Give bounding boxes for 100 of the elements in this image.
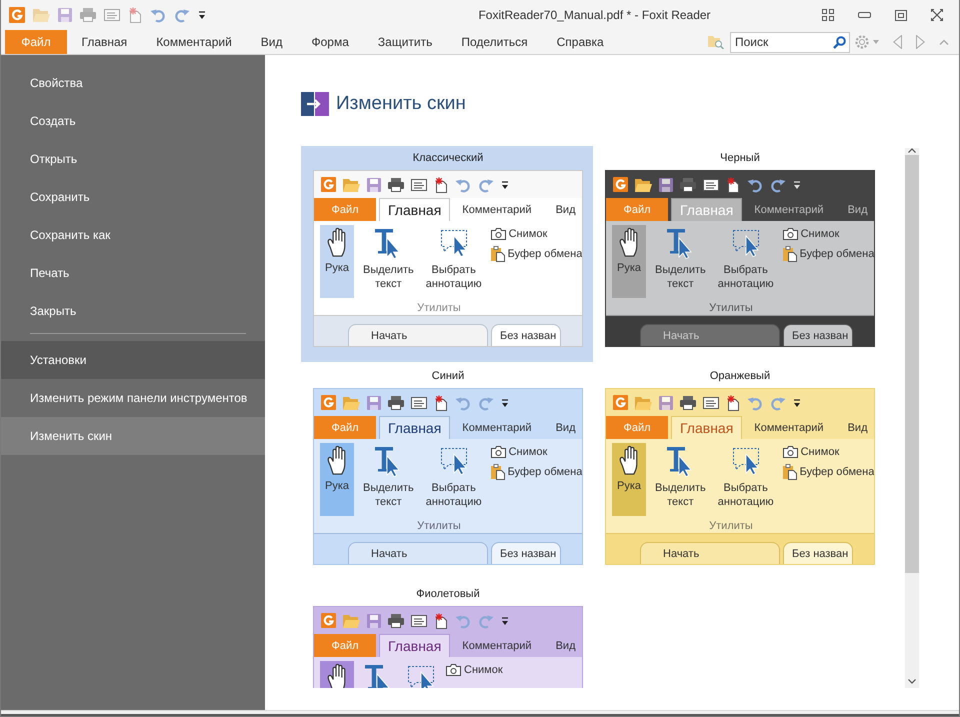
previous-icon[interactable] [893, 35, 902, 49]
skin-option[interactable]: Классический Файл Главная Комментарий Вид Рука Выделить текст Выбрать аннотацию Снимок Буфер обмена Утилиты Начать Без назван [301, 146, 593, 362]
clipboard-icon [782, 464, 797, 480]
sidebar-item[interactable]: Печать [1, 254, 265, 292]
printer-icon [388, 396, 404, 410]
camera-icon [490, 446, 506, 458]
sidebar-item[interactable]: Создать [1, 102, 265, 140]
app-logo-icon [613, 177, 628, 192]
app-logo-icon [321, 395, 336, 410]
close-icon[interactable] [931, 9, 943, 21]
menu-tab[interactable]: Форма [297, 30, 364, 54]
printer-icon[interactable] [80, 8, 96, 22]
ribbon-tab-label: Комментарий [461, 638, 533, 654]
document-card-icon [411, 396, 427, 408]
minimize-icon[interactable] [858, 11, 871, 19]
scroll-up-icon[interactable] [908, 148, 916, 153]
sidebar-item[interactable]: Сохранить как [1, 216, 265, 254]
search-field[interactable]: Поиск [730, 32, 850, 52]
folder-search-icon[interactable] [708, 35, 724, 49]
skin-option[interactable]: Фиолетовый Файл Главная Комментарий Вид Снимок [301, 582, 593, 688]
skin-option[interactable]: Синий Файл Главная Комментарий Вид Рука Выделить текст Выбрать аннотацию Снимок Буфер обмена Утилиты Начать Без назван [301, 364, 593, 580]
ribbon-tool: Выбрать аннотацию [422, 225, 485, 298]
printer-icon [388, 178, 404, 192]
customize-dropdown-icon [501, 616, 509, 626]
ribbon-tab-label: Комментарий [461, 420, 533, 436]
printer-icon [680, 178, 696, 192]
printer-icon [388, 614, 404, 628]
app-logo-icon[interactable] [9, 7, 25, 23]
document-card-icon [703, 396, 719, 408]
gear-icon[interactable] [854, 34, 870, 50]
skin-option[interactable]: Оранжевый Файл Главная Комментарий Вид Рука Выделить текст Выбрать аннотацию Снимок Буфер обмена Утилиты Начать Без назван [593, 364, 885, 580]
group-label: Утилиты [416, 520, 462, 532]
page-title: Изменить скин [336, 93, 466, 115]
menu-tab[interactable]: Справка [542, 30, 618, 54]
camera-icon [446, 664, 461, 676]
ribbon-tool: Рука [612, 225, 646, 298]
undo-icon [455, 176, 471, 192]
tool-label: Буфер обмена [508, 248, 582, 260]
redo-icon[interactable] [174, 7, 190, 23]
customize-dropdown-icon [501, 398, 509, 408]
undo-icon [455, 612, 471, 628]
undo-icon[interactable] [150, 7, 166, 23]
collapse-icon[interactable] [939, 39, 949, 45]
document-card-icon[interactable] [104, 9, 120, 21]
ribbon-tab-label: Вид [846, 202, 868, 218]
redo-icon [478, 612, 494, 628]
redo-icon [478, 176, 494, 192]
skin-name: Фиолетовый [415, 587, 481, 602]
ribbon-tab: Главная [379, 416, 450, 439]
sidebar-item[interactable]: Свойства [1, 64, 265, 102]
sidebar-item[interactable]: Открыть [1, 140, 265, 178]
ribbon-tool: Выделить текст [652, 443, 709, 516]
document-card-icon [411, 614, 427, 626]
customize-dropdown-icon[interactable] [198, 10, 206, 20]
scrollbar[interactable] [905, 148, 919, 688]
sidebar-item[interactable]: Изменить режим панели инструментов [1, 379, 265, 417]
ribbon-tool: Выделить текст [652, 225, 709, 298]
ribbon-tab-label: Вид [846, 420, 868, 436]
caret-icon[interactable] [873, 40, 879, 44]
change-skin-icon [301, 91, 329, 117]
sidebar-item[interactable]: Закрыть [1, 292, 265, 330]
scrollbar-thumb[interactable] [905, 155, 919, 573]
menu-tab[interactable]: Поделиться [446, 30, 542, 54]
tool-label: Снимок [508, 446, 548, 458]
next-icon[interactable] [916, 35, 925, 49]
skin-option[interactable]: Черный Файл Главная Комментарий Вид Рука Выделить текст Выбрать аннотацию Снимок Буфер обмена Утилиты Начать Без назван [593, 146, 885, 362]
sidebar-item[interactable]: Изменить скин [1, 417, 265, 455]
menu-tab[interactable]: Защитить [363, 30, 447, 54]
search-icon[interactable] [833, 36, 846, 48]
ribbon-tool: Рука [612, 443, 646, 516]
menu-tab[interactable]: Вид [246, 30, 297, 54]
folder-icon [343, 178, 360, 192]
document-tab: Начать [640, 324, 780, 346]
menu-tab[interactable]: Главная [67, 30, 142, 54]
ribbon-tab: Главная [671, 416, 742, 439]
document-tab: Без назван [491, 324, 562, 346]
skin-name: Классический [412, 151, 484, 166]
folder-icon [635, 178, 652, 192]
app-logo-icon [321, 613, 336, 628]
ribbon-tab: Главная [671, 198, 742, 221]
document-card-icon [703, 178, 719, 190]
fullscreen-icon[interactable] [822, 9, 834, 21]
scroll-down-icon[interactable] [908, 679, 916, 684]
skin-name: Синий [430, 369, 466, 384]
new-document-icon[interactable] [128, 7, 142, 23]
group-label: Утилиты [708, 520, 754, 532]
new-document-icon [434, 394, 448, 410]
save-icon [367, 178, 381, 192]
restore-icon[interactable] [895, 10, 907, 20]
document-tab: Без назван [783, 542, 854, 564]
menu-tab[interactable]: Комментарий [142, 30, 246, 54]
document-card-icon [411, 178, 427, 190]
ribbon-tab-label: Комментарий [461, 202, 533, 218]
sidebar-item[interactable]: Сохранить [1, 178, 265, 216]
ribbon-tool: Выбрать аннотацию [714, 443, 777, 516]
save-icon[interactable] [58, 8, 72, 22]
tool-label: Буфер обмена [800, 248, 874, 260]
tool-label: Буфер обмена [508, 466, 582, 478]
folder-icon[interactable] [33, 8, 50, 22]
skin-name: Черный [719, 151, 761, 166]
